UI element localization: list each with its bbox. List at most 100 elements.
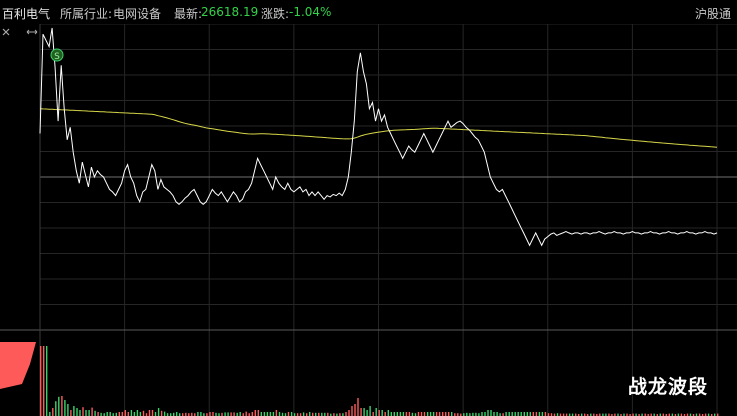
volume-bar <box>160 410 163 416</box>
volume-bar <box>435 412 438 416</box>
volume-bar <box>526 412 528 416</box>
volume-bar <box>432 412 435 416</box>
volume-bar <box>157 408 160 416</box>
volume-bar <box>369 406 371 416</box>
exchange-connect-label[interactable]: 沪股通 <box>695 5 731 22</box>
volume-bar <box>55 401 57 416</box>
volume-bar <box>91 407 93 416</box>
volume-bar <box>517 412 519 416</box>
volume-bar <box>58 396 60 416</box>
volume-bar <box>272 412 275 416</box>
volume-bar <box>348 410 350 416</box>
volume-bar <box>97 412 99 416</box>
volume-bar <box>375 408 377 416</box>
volume-bar <box>139 412 142 416</box>
volume-bar <box>408 412 411 416</box>
volume-bar <box>399 412 402 416</box>
volume-bar <box>387 410 389 416</box>
volume-bar <box>121 412 123 416</box>
volume-bar <box>532 412 534 416</box>
s-marker[interactable]: S <box>50 48 64 62</box>
volume-bar <box>393 412 395 416</box>
volume-bar <box>544 412 547 416</box>
s-marker-label: S <box>54 52 60 62</box>
volume-bar <box>423 412 426 416</box>
volume-bar <box>514 412 516 416</box>
volume-bar <box>384 412 386 416</box>
intraday-chart[interactable]: S <box>0 24 737 416</box>
volume-bar <box>94 410 96 416</box>
volume-bar <box>109 412 111 416</box>
volume-bar <box>251 412 253 416</box>
volume-bar <box>481 412 483 416</box>
volume-bar <box>148 410 151 416</box>
volume-bar <box>200 412 202 416</box>
volume-bar <box>82 407 84 416</box>
volume-bar <box>396 412 398 416</box>
volume-bar <box>357 398 359 416</box>
volume-bar <box>197 412 199 416</box>
volume-bar <box>426 412 429 416</box>
volume-bar <box>106 412 108 416</box>
volume-bar <box>523 412 525 416</box>
volume-bar <box>354 404 356 416</box>
volume-bar <box>263 412 266 416</box>
volume-bar <box>351 406 353 416</box>
volume-bar <box>79 410 81 416</box>
volume-bar <box>76 408 78 416</box>
volume-bar <box>390 412 392 416</box>
volume-bar <box>287 412 290 416</box>
volume-bar <box>402 412 405 416</box>
volume-bar <box>52 408 54 416</box>
volume-bar <box>487 410 489 416</box>
volume-bar <box>266 412 269 416</box>
volume-bar <box>345 412 347 416</box>
brand-watermark: 战龙波段 <box>628 376 709 398</box>
volume-bar <box>442 412 444 416</box>
expand-arrows-icon[interactable] <box>26 29 38 35</box>
volume-bar <box>363 408 365 416</box>
close-icon[interactable] <box>2 28 10 36</box>
volume-bar <box>535 412 538 416</box>
volume-bar <box>269 412 272 416</box>
stock-name[interactable]: 百利电气 <box>2 5 50 22</box>
volume-bar <box>163 411 166 416</box>
volume-bar <box>136 410 139 416</box>
volume-bar <box>73 406 75 416</box>
volume-bar <box>154 412 157 416</box>
volume-bar <box>260 412 262 416</box>
volume-bar <box>49 412 51 416</box>
volume-bar <box>275 410 278 416</box>
volume-bar <box>151 410 154 416</box>
volume-bar <box>490 410 492 416</box>
industry-value[interactable]: 电网设备 <box>113 5 161 22</box>
latest-price-value: 26618.19 <box>201 5 259 19</box>
volume-bar <box>278 412 281 416</box>
volume-bar <box>127 412 129 416</box>
change-value: -1.04% <box>289 5 332 19</box>
volume-bar <box>493 412 495 416</box>
volume-bar <box>85 410 87 416</box>
volume-bar <box>505 412 507 416</box>
volume-bar <box>429 412 432 416</box>
volume-bar <box>70 410 72 416</box>
volume-bar <box>366 410 368 416</box>
change-label: 涨跌: <box>261 7 290 21</box>
volume-bar <box>257 410 259 416</box>
volume-bar <box>43 346 45 416</box>
volume-bar <box>130 410 133 416</box>
volume-bar <box>124 410 126 416</box>
volume-bar <box>372 412 374 416</box>
volume-bar <box>445 412 447 416</box>
volume-bar <box>209 412 211 416</box>
volume-bar <box>520 412 522 416</box>
volume-bar <box>448 412 450 416</box>
volume-bar <box>541 412 544 416</box>
industry-label: 所属行业: <box>60 7 113 21</box>
volume-bar <box>529 412 531 416</box>
volume-bar <box>176 412 178 416</box>
chart-header: 百利电气 所属行业: 电网设备 最新: 26618.19 涨跌: -1.04% … <box>0 0 737 24</box>
volume-bar <box>511 412 513 416</box>
volume-bar <box>360 408 362 416</box>
volume-bar <box>118 412 120 416</box>
